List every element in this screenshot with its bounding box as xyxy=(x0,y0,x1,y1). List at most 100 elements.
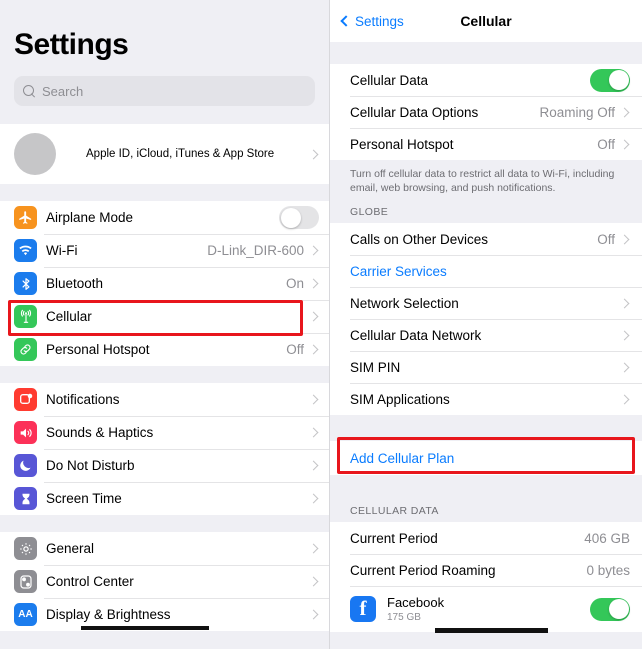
row-sim-pin[interactable]: SIM PIN xyxy=(330,351,642,384)
chevron-right-icon xyxy=(308,394,319,405)
bluetooth-icon xyxy=(14,272,37,295)
row-add-cellular-plan[interactable]: Add Cellular Plan xyxy=(330,441,642,476)
sidebar-item-label: Display & Brightness xyxy=(46,607,171,622)
cellular-settings-group: Cellular Data Cellular Data Options Roam… xyxy=(330,64,642,160)
row-cellular-data-network[interactable]: Cellular Data Network xyxy=(330,319,642,352)
sidebar-item-control-center[interactable]: Control Center xyxy=(0,565,329,598)
row-value: Off xyxy=(597,231,615,247)
chevron-right-icon xyxy=(308,576,319,587)
navigation-bar: Settings Cellular xyxy=(330,0,642,42)
row-cellular-data-options[interactable]: Cellular Data Options Roaming Off xyxy=(330,96,642,128)
row-label: Add Cellular Plan xyxy=(350,450,455,466)
sounds-haptics-icon xyxy=(14,421,37,444)
row-value: 0 bytes xyxy=(586,562,630,578)
chevron-right-icon xyxy=(308,543,319,554)
sidebar-item-label: Cellular xyxy=(46,309,92,324)
globe-carrier-group: Calls on Other Devices Off Carrier Servi… xyxy=(330,223,642,416)
search-input[interactable]: Search xyxy=(14,76,315,106)
spacer xyxy=(0,184,329,201)
cellular-data-toggle[interactable] xyxy=(590,68,630,92)
sidebar-item-airplane-mode[interactable]: Airplane Mode xyxy=(0,201,329,234)
sidebar-item-general[interactable]: General xyxy=(0,532,329,565)
row-label: SIM PIN xyxy=(350,359,401,375)
chevron-right-icon xyxy=(619,394,630,405)
row-label: Cellular Data Network xyxy=(350,327,482,343)
chevron-right-icon xyxy=(308,493,319,504)
display-brightness-aa-icon: AA xyxy=(14,603,37,626)
section-header-cellular-data: CELLULAR DATA xyxy=(330,475,642,523)
control-center-sliders-icon xyxy=(14,570,37,593)
chevron-right-icon xyxy=(308,609,319,620)
chevron-right-icon xyxy=(619,298,630,309)
search-placeholder: Search xyxy=(42,83,84,99)
row-calls-on-other-devices[interactable]: Calls on Other Devices Off xyxy=(330,223,642,256)
cellular-antenna-icon xyxy=(14,305,37,328)
sidebar-item-bluetooth[interactable]: Bluetooth On xyxy=(0,267,329,300)
add-cellular-plan-group: Add Cellular Plan xyxy=(330,441,642,476)
row-current-period-roaming[interactable]: Current Period Roaming 0 bytes xyxy=(330,554,642,587)
sidebar-item-personal-hotspot[interactable]: Personal Hotspot Off xyxy=(0,333,329,366)
chevron-right-icon xyxy=(308,344,319,355)
back-button-label: Settings xyxy=(355,13,404,29)
row-label: Calls on Other Devices xyxy=(350,231,489,247)
row-personal-hotspot[interactable]: Personal Hotspot Off xyxy=(330,128,642,160)
spacer xyxy=(0,106,329,124)
row-network-selection[interactable]: Network Selection xyxy=(330,287,642,320)
row-carrier-services[interactable]: Carrier Services xyxy=(330,255,642,288)
sidebar-group-alerts: Notifications Sounds & Haptics Do Not Di… xyxy=(0,383,329,515)
row-label: Current Period xyxy=(350,530,438,546)
sidebar-item-label: Notifications xyxy=(46,392,120,407)
avatar xyxy=(14,133,56,175)
sidebar-item-do-not-disturb[interactable]: Do Not Disturb xyxy=(0,449,329,482)
row-label: Network Selection xyxy=(350,295,459,311)
cellular-data-footnote: Turn off cellular data to restrict all d… xyxy=(330,160,642,205)
redaction-bar-display-brightness xyxy=(81,626,209,630)
row-cellular-data[interactable]: Cellular Data xyxy=(330,64,642,96)
settings-sidebar: Settings Search Apple ID, iCloud, iTunes… xyxy=(0,0,330,649)
sidebar-item-label: General xyxy=(46,541,95,556)
chevron-right-icon xyxy=(308,311,319,322)
chevron-right-icon xyxy=(308,245,319,256)
sidebar-item-label: Sounds & Haptics xyxy=(46,425,154,440)
settings-screen: Settings Search Apple ID, iCloud, iTunes… xyxy=(0,0,642,649)
sidebar-item-label: Wi-Fi xyxy=(46,243,78,258)
sidebar-item-apple-id[interactable]: Apple ID, iCloud, iTunes & App Store xyxy=(0,124,329,184)
redaction-bar-facebook xyxy=(435,628,548,633)
row-label: Personal Hotspot xyxy=(350,136,454,152)
chevron-right-icon xyxy=(619,330,630,341)
page-title: Settings xyxy=(14,28,129,61)
sidebar-group-connectivity: Airplane Mode Wi-Fi D-Link_DIR-600 Bluet… xyxy=(0,201,329,366)
airplane-mode-toggle[interactable] xyxy=(279,206,319,229)
account-group: Apple ID, iCloud, iTunes & App Store xyxy=(0,124,329,184)
sidebar-item-label: Control Center xyxy=(46,574,134,589)
chevron-right-icon xyxy=(308,149,319,159)
wifi-icon xyxy=(14,239,37,262)
app-usage: 175 GB xyxy=(387,612,421,624)
back-button[interactable]: Settings xyxy=(340,13,404,29)
spacer xyxy=(330,415,642,442)
sidebar-item-screen-time[interactable]: Screen Time xyxy=(0,482,329,515)
sidebar-item-cellular[interactable]: Cellular xyxy=(0,300,329,333)
chevron-right-icon xyxy=(619,139,630,149)
sidebar-group-system: General Control Center AA Display & Brig… xyxy=(0,532,329,631)
chevron-right-icon xyxy=(619,107,630,117)
search-icon xyxy=(23,84,36,98)
row-sim-applications[interactable]: SIM Applications xyxy=(330,383,642,416)
row-current-period[interactable]: Current Period 406 GB xyxy=(330,522,642,555)
sidebar-item-label: Screen Time xyxy=(46,491,122,506)
spacer xyxy=(0,515,329,532)
row-label: SIM Applications xyxy=(350,391,450,407)
spacer xyxy=(0,366,329,383)
chevron-right-icon xyxy=(308,460,319,471)
row-label: Carrier Services xyxy=(350,263,447,279)
facebook-cellular-toggle[interactable] xyxy=(590,597,630,621)
sidebar-item-sounds-haptics[interactable]: Sounds & Haptics xyxy=(0,416,329,449)
row-app-facebook[interactable]: Facebook 175 GB xyxy=(330,586,642,633)
chevron-right-icon xyxy=(308,427,319,438)
chevron-left-icon xyxy=(340,15,352,27)
sidebar-item-label: Bluetooth xyxy=(46,276,104,291)
sidebar-item-notifications[interactable]: Notifications xyxy=(0,383,329,416)
sidebar-item-label: Airplane Mode xyxy=(46,210,134,225)
sidebar-item-wifi[interactable]: Wi-Fi D-Link_DIR-600 xyxy=(0,234,329,267)
section-header-globe: GLOBE xyxy=(330,204,642,224)
